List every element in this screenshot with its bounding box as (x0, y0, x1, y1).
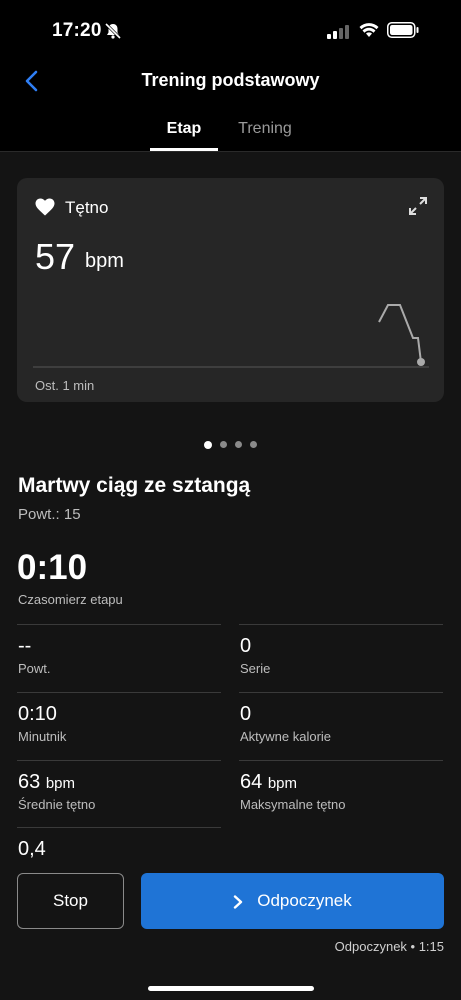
page-dot (250, 441, 257, 449)
page-title: Trening podstawowy (141, 70, 320, 90)
metric-timer: 0:10 Minutnik (17, 692, 221, 760)
bell-slash-icon (104, 22, 122, 40)
heart-rate-value: 57 (35, 236, 76, 277)
expand-icon[interactable] (408, 196, 428, 216)
exercise-name: Martwy ciąg ze sztangą (18, 474, 251, 497)
metric-label: Minutnik (18, 729, 67, 744)
page-dot (235, 441, 242, 449)
metric-active-calories: 0 Aktywne kalorie (239, 692, 443, 760)
step-content: Tętno 57 bpm Ost. 1 min Martwy ciąg ze s… (0, 152, 461, 1000)
heart-rate-card[interactable]: Tętno 57 bpm Ost. 1 min (17, 178, 444, 402)
metric-avg-heart-rate: 63 bpm Średnie tętno (17, 760, 221, 828)
tab-active-indicator (150, 148, 218, 151)
rest-button-label: Odpoczynek (257, 891, 352, 910)
status-bar: 17:20 (0, 0, 461, 58)
metric-partial: 0,4 (17, 827, 221, 867)
metric-reps: -- Powt. (17, 624, 221, 692)
page-dot (220, 441, 227, 449)
stop-button[interactable]: Stop (17, 873, 124, 929)
heart-icon (35, 198, 55, 216)
metric-value: 0:10 (18, 703, 57, 725)
heart-rate-title: Tętno (65, 198, 109, 217)
rest-duration-caption: Odpoczynek • 1:15 (334, 939, 444, 954)
metric-value: 0 (240, 635, 252, 657)
wifi-icon (359, 23, 379, 37)
heart-rate-range-caption: Ost. 1 min (35, 378, 95, 393)
battery-icon (387, 22, 419, 38)
exercise-reps: Powt.: 15 (18, 506, 81, 523)
sparkline-path (378, 304, 422, 363)
metric-unit: bpm (267, 775, 297, 792)
page-indicator[interactable] (0, 436, 461, 449)
step-timer-value: 0:10 (17, 548, 88, 587)
nav-bar: Trening podstawowy (0, 58, 461, 104)
page-dot-active (204, 440, 212, 449)
metric-value: 63 (18, 771, 41, 793)
tab-trening[interactable]: Trening (228, 120, 302, 138)
status-time: 17:20 (52, 20, 102, 41)
chevron-right-icon (234, 894, 243, 909)
step-timer-label: Czasomierz etapu (18, 592, 123, 607)
metric-label: Powt. (18, 661, 51, 676)
metric-value: 0 (240, 703, 252, 725)
metric-value: -- (18, 635, 32, 657)
home-indicator[interactable] (148, 986, 314, 991)
metric-value: 64 (240, 771, 263, 793)
tab-etap[interactable]: Etap (150, 120, 218, 138)
tab-bar: Etap Trening (0, 104, 461, 152)
heart-rate-sparkline (33, 304, 429, 368)
signal-icon (327, 25, 349, 39)
metric-label: Serie (240, 661, 271, 676)
metric-max-heart-rate: 64 bpm Maksymalne tętno (239, 760, 443, 828)
heart-rate-unit: bpm (85, 250, 124, 272)
rest-button[interactable]: Odpoczynek (141, 873, 444, 929)
sparkline-endpoint (417, 358, 425, 366)
metric-label: Aktywne kalorie (240, 729, 332, 744)
metric-label: Średnie tętno (18, 797, 96, 812)
metric-label: Maksymalne tętno (240, 797, 346, 812)
metric-value: 0,4 (18, 838, 46, 860)
metric-unit: bpm (45, 775, 75, 792)
metric-sets: 0 Serie (239, 624, 443, 692)
